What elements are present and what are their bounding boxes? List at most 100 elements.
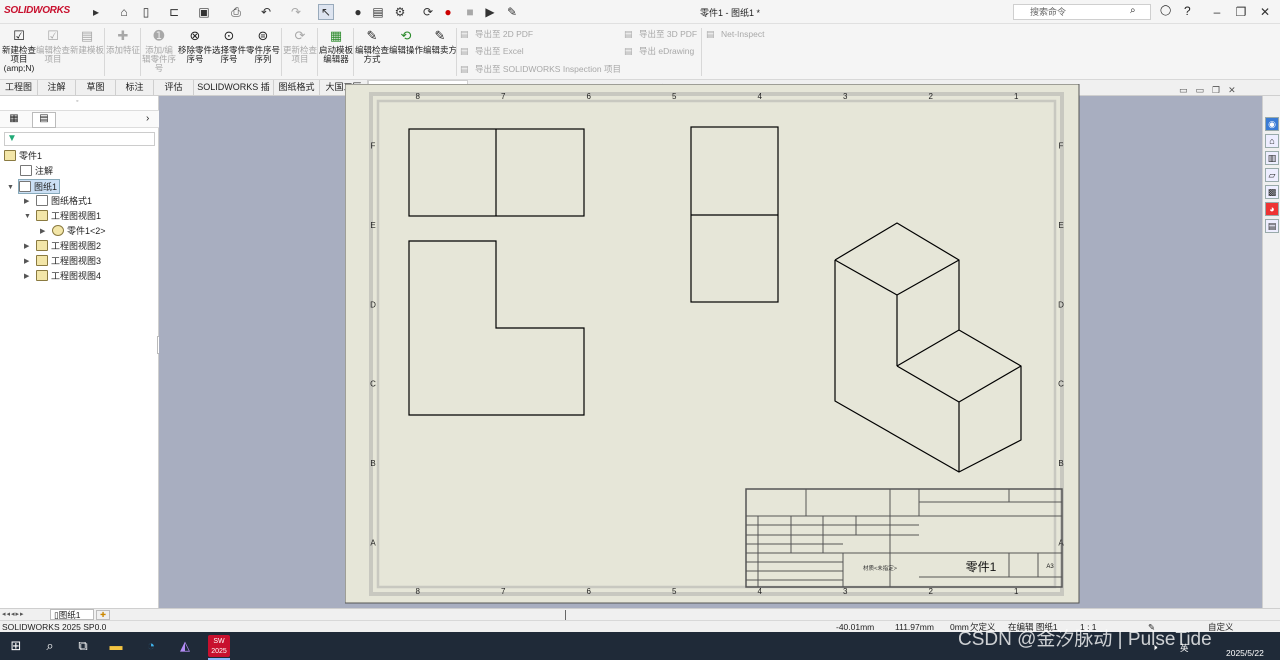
edge-browser-icon[interactable]: ◔ [143,638,159,654]
expand-arrow-icon[interactable]: ▶ [24,239,29,254]
add-feature-button[interactable]: ✚ 添加特征 [106,26,140,78]
sheet-format-icon [36,195,48,206]
solidworks-taskbar-icon[interactable]: SW 2025 [208,635,230,657]
taskbar-search-icon[interactable]: ⌕ [42,638,58,654]
panel-expand-arrow-icon[interactable]: › [146,113,149,124]
tree-item-drawing-view2[interactable]: ▶ 工程图视图2 [24,239,102,254]
tab-sheet-format[interactable]: 图纸格式 [274,80,320,96]
tree-item-part1-instance[interactable]: ▶ 零件1<2> [40,224,106,239]
zone-column-label: 6 [587,587,592,596]
user-icon[interactable]: ◯ [1160,5,1171,16]
solidworks-logo[interactable]: SOLIDWORKS [4,5,70,16]
expand-arrow-icon[interactable]: ▶ [24,269,29,284]
tree-item-drawing-view3[interactable]: ▶ 工程图视图3 [24,254,101,269]
feature-tree-tab-icon[interactable]: ▦ [6,113,22,127]
export-edrawing-button[interactable]: ▤ 导出 eDrawing [624,44,694,58]
remove-balloon-button[interactable]: ⊗ 移除零件序号 [178,26,212,78]
edit-inspection-method-button[interactable]: ✎ 编辑检查方式 [355,26,389,78]
edit-vendor-button[interactable]: ✎ 编辑卖方 [423,26,457,78]
launch-template-editor-button[interactable]: ▦ 启动模板编辑器 [319,26,353,78]
menu-expand-icon[interactable]: ▸ [88,4,104,20]
drawing-sheet[interactable]: 8877665544332211F FE ED DC CB BA A 材质<未指… [345,84,1080,604]
export-2d-pdf-button[interactable]: ▤ 导出至 2D PDF [460,27,533,41]
tree-root[interactable]: 零件1 [4,149,42,164]
redo-icon[interactable]: ↷ [288,4,304,20]
add-sheet-icon[interactable]: ✚ [96,610,110,620]
tab-addins[interactable]: SOLIDWORKS 插件 [194,80,274,107]
stop-macro-icon[interactable]: ■ [462,4,478,20]
collapse-arrow-icon[interactable]: ▼ [7,180,14,195]
update-inspection-button[interactable]: ⟳ 更新检查项目 [283,26,317,78]
restore-icon[interactable]: ❐ [1232,4,1250,20]
expand-arrow-icon[interactable]: ▶ [40,224,45,239]
record-macro-icon[interactable]: ● [440,4,456,20]
solidworks-resources-icon[interactable]: ◉ [1265,117,1279,131]
tree-item-drawing-view4[interactable]: ▶ 工程图视图4 [24,269,101,284]
tree-item-label: 工程图视图2 [51,241,102,251]
new-inspection-project-button[interactable]: ☑ 新建检查项目 (amp;N) [2,26,36,78]
file-explorer-icon[interactable]: ▥ [1265,151,1279,165]
task-view-icon[interactable]: ⧉ [75,638,91,654]
sheet-tab-sheet1[interactable]: ▯图纸1 [50,609,94,620]
rebuild-icon[interactable]: ⟳ [420,4,436,20]
net-inspect-button[interactable]: ▤ Net-Inspect [706,27,764,41]
options-gear-icon[interactable]: ⚙ [392,4,408,20]
tab-evaluate[interactable]: 评估 [154,80,194,96]
save-icon[interactable]: ▣ [196,4,212,20]
visual-studio-icon[interactable]: ◭ [177,638,193,654]
tab-annotation[interactable]: 注解 [38,80,76,96]
tree-item-sheet-format1[interactable]: ▶ 图纸格式1 [24,194,92,209]
file-properties-icon[interactable]: ▤ [370,4,386,20]
property-tab-icon[interactable]: ▤ [32,112,56,128]
edit-inspection-project-button[interactable]: ☑ 编辑检查项目 [36,26,70,78]
edit-operation-button[interactable]: ⟲ 编辑操作 [389,26,423,78]
balloon-sequence-button[interactable]: ⊜ 零件序号序列 [246,26,280,78]
color-scenes-icon[interactable]: ◕ [1265,202,1279,216]
appearances-icon[interactable]: ▩ [1265,185,1279,199]
design-library-icon[interactable]: ⌂ [1265,134,1279,148]
tree-filter-input[interactable]: ▼ [4,132,155,146]
expand-arrow-icon[interactable]: ▶ [24,194,29,209]
help-icon[interactable]: ? [1184,4,1191,18]
tree-item-annotations[interactable]: 注解 [20,164,53,179]
button-label: 更新检查项目 [283,45,318,64]
zone-row-label: B [370,459,375,468]
select-balloon-button[interactable]: ⊙ 选择零件序号 [212,26,246,78]
add-edit-balloon-button[interactable]: ➊ 添加/编辑零件序号 [142,26,176,78]
hscroll-splitter[interactable] [565,610,566,620]
sheet-nav-arrows-icon[interactable]: ◂◂◂▸▸ [2,610,25,618]
export-excel-button[interactable]: ▤ 导出至 Excel [460,44,524,58]
windows-start-icon[interactable]: ⊞ [8,638,24,654]
search-icon[interactable]: ⌕ [1130,5,1136,16]
file-explorer-taskbar-icon[interactable]: ▬ [108,638,124,654]
title-block-material: 材质<未指定> [863,564,897,572]
print-icon[interactable]: ⎙ [228,4,244,20]
run-macro-icon[interactable]: ▶ [482,4,498,20]
expand-arrow-icon[interactable]: ▶ [24,254,29,269]
tab-sketch[interactable]: 草图 [76,80,116,96]
export-3d-pdf-button[interactable]: ▤ 导出至 3D PDF [624,27,697,41]
tree-item-drawing-view1[interactable]: ▼ 工程图视图1 [24,209,102,224]
new-template-button[interactable]: ▤ 新建模板 [70,26,104,78]
open-file-icon[interactable]: ⊏ [166,4,182,20]
panel-collapse-handle[interactable]: ◦ [76,98,78,105]
select-cursor-icon[interactable]: ↖ [318,4,334,20]
document-window-controls[interactable]: ▭▭❐✕ [1179,85,1244,96]
edit-macro-icon[interactable]: ✎ [504,4,520,20]
export-inspection-project-button[interactable]: ▤ 导出至 SOLIDWORKS Inspection 项目 [460,62,621,76]
undo-icon[interactable]: ↶ [258,4,274,20]
view-palette-icon[interactable]: ▱ [1265,168,1279,182]
tab-markup[interactable]: 标注 [116,80,154,96]
new-file-icon[interactable]: ▯ [138,4,154,20]
traffic-light-icon[interactable]: ● [350,4,366,20]
home-icon[interactable]: ⌂ [116,4,132,20]
tab-drawing[interactable]: 工程图 [0,80,38,96]
tree-item-label: 工程图视图1 [51,211,102,221]
tree-item-sheet1[interactable]: ▼ 图纸1 [7,179,61,194]
custom-properties-icon[interactable]: ▤ [1265,219,1279,233]
graphics-area[interactable]: ⌕⌕⌕✐⟲⟳▢◐ ▭▭❐✕ 8877665544332211FFEEDDCCBB… [159,83,1262,608]
sheet-tab-label: 图纸1 [58,610,81,620]
collapse-arrow-icon[interactable]: ▼ [24,209,31,224]
minimize-icon[interactable]: – [1208,4,1226,20]
close-icon[interactable]: ✕ [1256,4,1274,20]
